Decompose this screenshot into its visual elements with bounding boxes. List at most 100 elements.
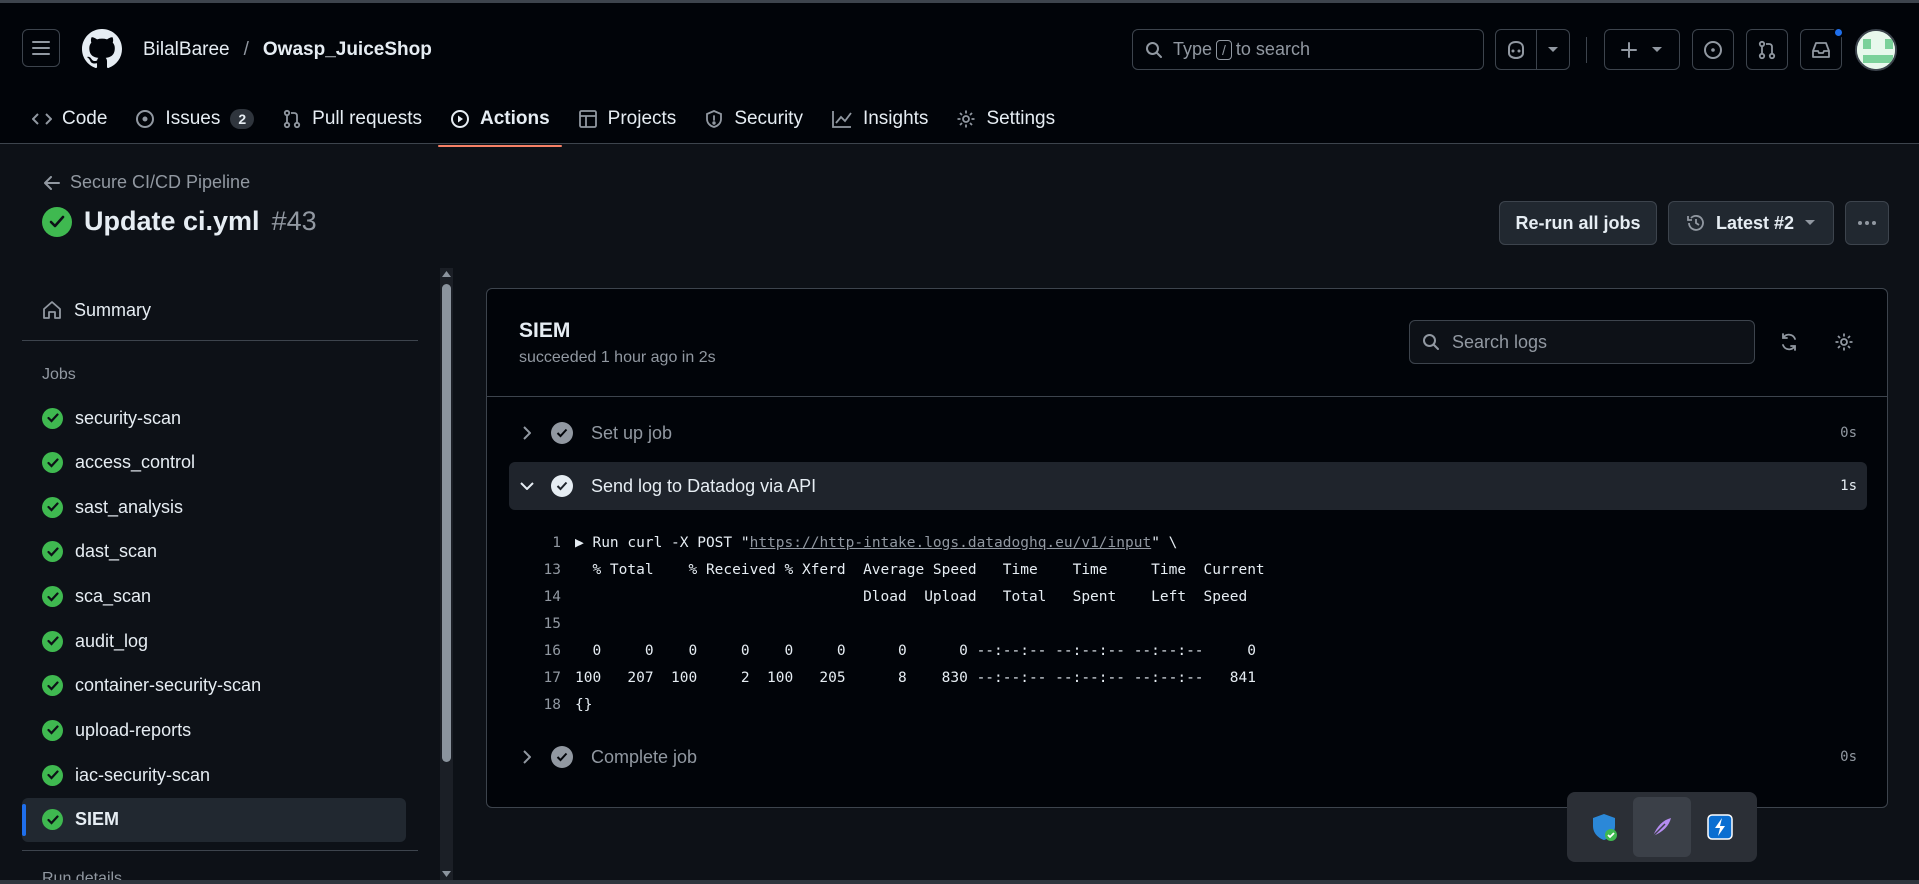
step-complete-job[interactable]: Complete job 0s [509,733,1867,781]
scroll-up-arrow-icon[interactable] [442,270,451,278]
git-pull-request-icon [1758,40,1776,59]
home-icon [43,301,61,319]
sidebar-job-item[interactable]: dast_scan [22,530,406,574]
line-number[interactable]: 15 [517,616,575,632]
search-shortcut-key: / [1216,39,1232,60]
step-send-log-to-datadog[interactable]: Send log to Datadog via API 1s [509,462,1867,510]
line-number[interactable]: 18 [517,697,575,713]
sidebar-divider [22,850,418,851]
log-text: % Total % Received % Xferd Average Speed… [575,561,1265,578]
taskbar-edge [0,880,1919,884]
repo-name-link[interactable]: Owasp_JuiceShop [263,39,432,61]
sidebar-divider [22,340,418,341]
tab-label: Issues [165,108,221,129]
job-name: sast_analysis [75,496,184,517]
repo-owner-link[interactable]: BilalBaree [143,39,230,61]
tab-security[interactable]: Security [692,91,815,147]
back-to-workflow-link[interactable]: Secure CI/CD Pipeline [44,172,250,193]
job-name: dast_scan [75,541,158,562]
feather-pen-icon [1652,818,1671,837]
tab-issues[interactable]: Issues 2 [123,91,266,147]
tab-pull-requests[interactable]: Pull requests [270,91,434,147]
success-check-icon [42,809,63,831]
arrow-left-icon [44,175,60,190]
tab-projects[interactable]: Projects [566,91,689,147]
sidebar-job-item[interactable]: SIEM [22,797,406,842]
step-check-icon [551,422,573,444]
global-header: BilalBaree / Owasp_JuiceShop Type / to s… [0,0,1919,147]
refresh-logs-button[interactable] [1774,327,1804,357]
tab-label: Insights [862,108,929,129]
search-logs-input[interactable]: Search logs [1409,320,1755,364]
more-options-button[interactable] [1845,201,1889,245]
sidebar-job-item[interactable]: audit_log [22,619,406,663]
tray-item-lightning[interactable] [1691,797,1749,857]
copilot-dropdown-button[interactable] [1536,29,1570,70]
tray-item-defender[interactable] [1575,797,1633,857]
success-check-icon [42,586,63,608]
log-url-link[interactable]: https://http-intake.logs.datadoghq.eu/v1… [750,535,1152,551]
log-settings-button[interactable] [1829,327,1859,357]
latest-attempt-dropdown[interactable]: Latest #2 [1668,201,1834,245]
create-new-button[interactable] [1604,29,1680,70]
job-name: container-security-scan [75,675,262,696]
pull-requests-button[interactable] [1746,29,1788,70]
global-search-input[interactable]: Type / to search [1132,29,1484,70]
sidebar-job-item[interactable]: access_control [22,441,406,485]
search-placeholder-pre: Type [1173,39,1213,59]
line-number[interactable]: 1 [517,535,575,551]
sidebar-job-item[interactable]: container-security-scan [22,664,406,708]
step-set-up-job[interactable]: Set up job 0s [509,409,1867,457]
tab-code[interactable]: Code [20,91,119,147]
chevron-right-icon [509,750,545,764]
copilot-icon [1508,40,1524,59]
rerun-all-jobs-button[interactable]: Re-run all jobs [1499,201,1657,245]
system-tray-overflow [1567,792,1757,862]
sidebar-job-item[interactable]: iac-security-scan [22,753,406,797]
scrollbar-thumb[interactable] [442,284,451,762]
log-line: 15 [517,610,1817,637]
search-placeholder-post: to search [1235,39,1310,59]
job-name: iac-security-scan [75,764,211,785]
github-logo-icon[interactable] [82,29,122,69]
tray-item-pen[interactable] [1633,797,1691,857]
sidebar-item-summary[interactable]: Summary [22,288,418,332]
job-name: upload-reports [75,719,192,740]
sidebar-job-item[interactable]: sast_analysis [22,485,406,529]
step-name: Complete job [591,746,698,767]
success-check-icon [42,764,63,786]
line-number[interactable]: 13 [517,562,575,578]
tab-label: Pull requests [312,108,422,129]
success-check-icon [42,675,63,697]
tab-settings[interactable]: Settings [944,91,1067,147]
menu-button[interactable] [22,29,60,67]
sidebar-job-item[interactable]: security-scan [22,396,406,440]
code-icon [32,113,52,125]
page-title: Update ci.yml #43 [42,206,317,237]
log-text: {} [575,696,593,713]
issues-button[interactable] [1692,29,1734,70]
log-text: 100 207 100 2 100 205 8 830 --:--:-- --:… [575,669,1256,686]
tab-insights[interactable]: Insights [819,91,940,147]
job-list: security-scan access_control sast_analysis… [22,396,418,842]
sidebar-job-item[interactable]: upload-reports [22,708,406,752]
tab-actions[interactable]: Actions [437,91,562,147]
log-line: 13 % Total % Received % Xferd Average Sp… [517,556,1817,583]
log-line: 18{} [517,691,1817,718]
copilot-button[interactable] [1495,29,1537,70]
job-name: SIEM [75,809,120,830]
line-number[interactable]: 16 [517,643,575,659]
step-duration: 0s [1840,749,1857,765]
sync-icon [1782,333,1796,351]
log-text[interactable]: ▶ Run curl -X POST "https://http-intake.… [575,535,1177,551]
avatar[interactable] [1855,29,1897,71]
success-check-icon [42,407,63,429]
success-check-icon [42,452,63,474]
scroll-down-arrow-icon[interactable] [442,870,451,878]
line-number[interactable]: 14 [517,589,575,605]
line-number[interactable]: 17 [517,670,575,686]
chevron-down-icon [1548,46,1558,52]
sidebar-job-item[interactable]: sca_scan [22,575,406,619]
tab-label: Projects [607,108,677,129]
job-status-text: succeeded 1 hour ago in 2s [519,349,716,366]
